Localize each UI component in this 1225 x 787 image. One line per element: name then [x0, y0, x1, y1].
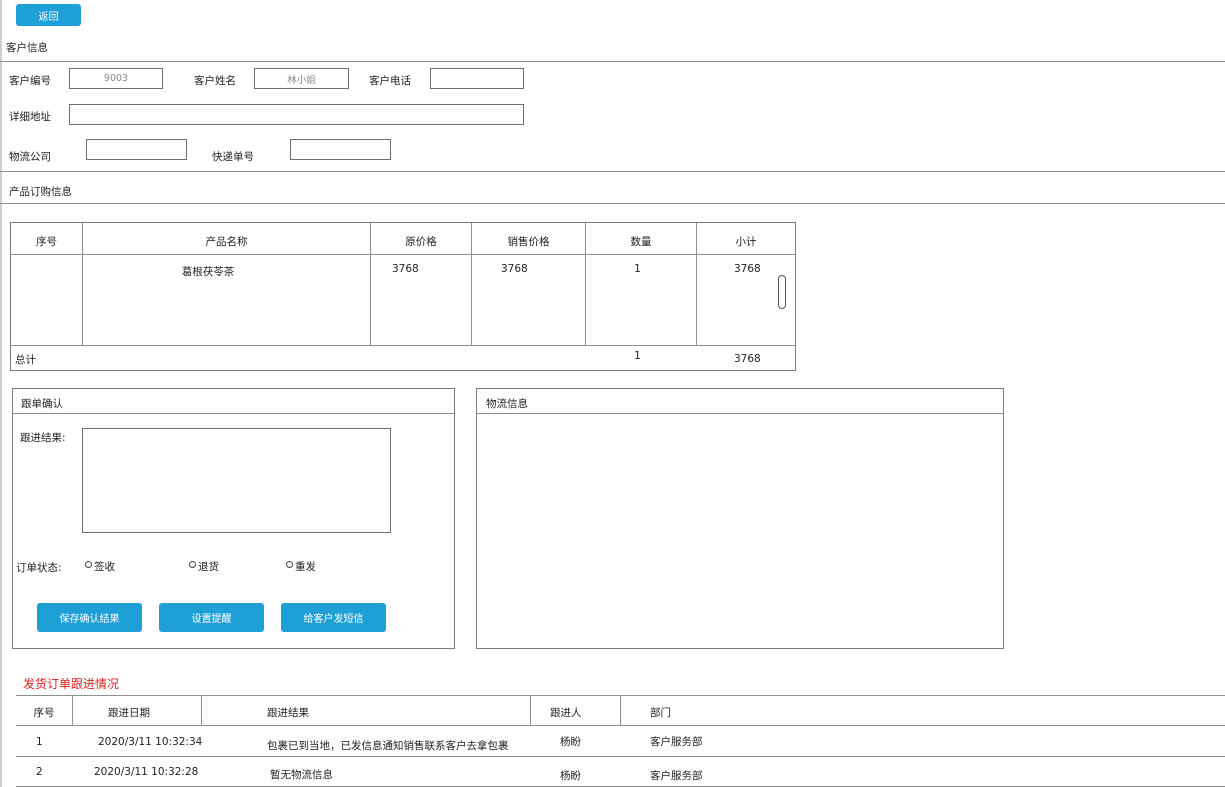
- column-divider: [201, 696, 202, 725]
- status-radio-signed[interactable]: [85, 561, 92, 568]
- history-row-date: 2020/3/11 10:32:34: [98, 736, 203, 748]
- order-total-amount: 3768: [734, 353, 761, 365]
- address-label: 详细地址: [9, 111, 51, 123]
- customer-name-input[interactable]: [254, 68, 349, 89]
- history-row-result: 包裹已到当地，已发信息通知销售联系客户去拿包裹: [267, 740, 509, 752]
- history-row-index: 1: [36, 736, 43, 748]
- history-header-divider: [16, 725, 1225, 726]
- order-row-subtotal: 3768: [734, 263, 761, 275]
- order-table-header-divider: [11, 254, 795, 255]
- order-header-sale-price: 销售价格: [507, 236, 550, 248]
- order-total-quantity: 1: [634, 350, 641, 362]
- order-status-label: 订单状态:: [16, 562, 62, 574]
- divider: [0, 171, 1225, 172]
- order-row-sale-price: 3768: [501, 263, 528, 275]
- history-header-person: 跟进人: [550, 707, 582, 719]
- tracking-number-label: 快递单号: [212, 151, 254, 163]
- order-table-total-divider: [11, 345, 795, 346]
- save-result-button[interactable]: 保存确认结果: [37, 603, 142, 632]
- history-row-dept: 客户服务部: [650, 736, 703, 748]
- order-section-title: 产品订购信息: [9, 186, 72, 198]
- history-header-index: 序号: [33, 707, 55, 719]
- history-row-dept: 客户服务部: [650, 770, 703, 782]
- divider: [477, 413, 1003, 414]
- status-radio-resend[interactable]: [286, 561, 293, 568]
- customer-id-label: 客户编号: [9, 75, 51, 87]
- followup-result-label: 跟进结果:: [20, 432, 66, 444]
- tracking-number-input[interactable]: [290, 139, 391, 160]
- history-row-result: 暂无物流信息: [270, 769, 333, 781]
- order-table-scrollbar[interactable]: [778, 275, 786, 309]
- history-row-date: 2020/3/11 10:32:28: [94, 766, 199, 778]
- logistics-panel-title: 物流信息: [486, 398, 528, 410]
- page-left-border: [0, 0, 2, 787]
- customer-id-input[interactable]: [69, 68, 163, 89]
- status-option-return: 退货: [198, 561, 219, 573]
- column-divider: [530, 696, 531, 725]
- order-header-quantity: 数量: [630, 236, 652, 248]
- order-header-index: 序号: [36, 236, 57, 248]
- divider: [0, 203, 1225, 204]
- history-header-result: 跟进结果: [267, 707, 309, 719]
- order-row-original-price: 3768: [392, 263, 419, 275]
- logistics-company-input[interactable]: [86, 139, 187, 160]
- divider: [13, 413, 454, 414]
- customer-section-title: 客户信息: [6, 42, 48, 54]
- history-row-person: 杨盼: [560, 736, 581, 748]
- logistics-panel: [476, 388, 1004, 649]
- status-option-signed: 签收: [94, 561, 115, 573]
- set-reminder-button[interactable]: 设置提醒: [159, 603, 264, 632]
- order-header-subtotal: 小计: [735, 236, 757, 248]
- history-header-dept: 部门: [650, 707, 671, 719]
- address-input[interactable]: [69, 104, 524, 125]
- followup-panel-title: 跟单确认: [21, 398, 63, 410]
- order-header-original-price: 原价格: [405, 236, 437, 248]
- order-total-label: 总计: [15, 354, 36, 366]
- order-row-quantity: 1: [634, 263, 641, 275]
- divider: [0, 61, 1225, 62]
- order-row-name: 葛根茯苓茶: [181, 266, 235, 278]
- customer-phone-label: 客户电话: [369, 75, 411, 87]
- status-radio-return[interactable]: [189, 561, 196, 568]
- logistics-company-label: 物流公司: [9, 151, 51, 163]
- history-header-date: 跟进日期: [108, 707, 150, 719]
- history-row-index: 2: [36, 766, 43, 778]
- customer-phone-input[interactable]: [430, 68, 524, 89]
- history-row-divider: [16, 756, 1225, 757]
- column-divider: [620, 696, 621, 725]
- order-header-name: 产品名称: [205, 236, 248, 248]
- history-title: 发货订单跟进情况: [23, 677, 120, 691]
- send-sms-button[interactable]: 给客户发短信: [281, 603, 386, 632]
- status-option-resend: 重发: [295, 561, 316, 573]
- history-row-person: 杨盼: [560, 770, 581, 782]
- back-button[interactable]: 返回: [16, 4, 81, 26]
- followup-result-textarea[interactable]: [82, 428, 391, 533]
- customer-name-label: 客户姓名: [194, 75, 236, 87]
